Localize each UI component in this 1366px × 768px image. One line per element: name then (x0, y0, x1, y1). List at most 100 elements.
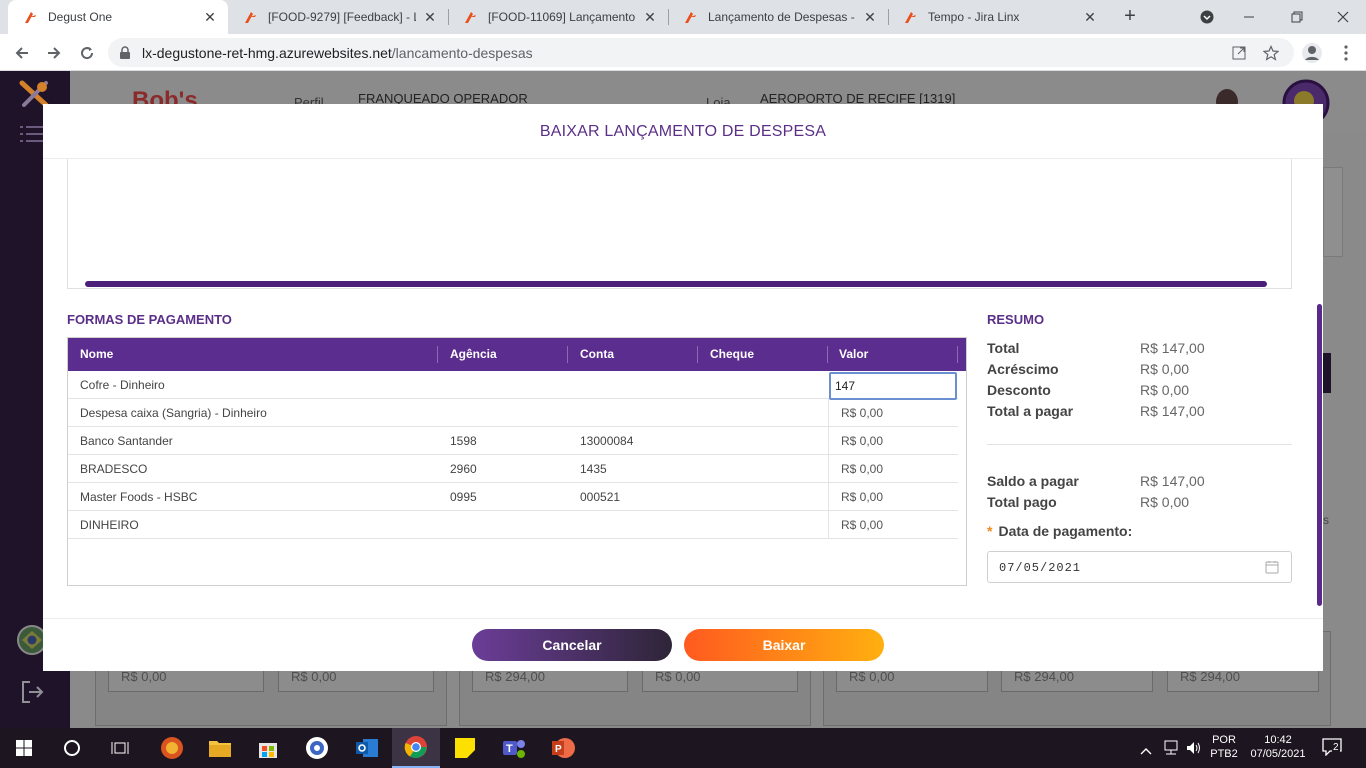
logout-icon[interactable] (20, 679, 46, 705)
task-view-icon[interactable] (96, 728, 144, 768)
cell-nome: Despesa caixa (Sangria) - Dinheiro (80, 406, 267, 420)
clock[interactable]: 10:42 07/05/2021 (1246, 733, 1310, 761)
file-explorer-icon[interactable] (196, 728, 244, 768)
keyboard-layout: PTB2 (1210, 748, 1238, 760)
cancel-button[interactable]: Cancelar (472, 629, 672, 661)
payment-date-label: * Data de pagamento: (987, 523, 1132, 539)
tab-close-icon[interactable]: ✕ (862, 9, 878, 26)
tab-food-11069[interactable]: [FOOD-11069] Lançamento d ✕ (448, 0, 668, 34)
table-row[interactable]: Cofre - Dinheiro 147 (68, 371, 958, 400)
tray-chevron-up-icon[interactable] (1140, 742, 1152, 760)
search-icon[interactable] (48, 728, 96, 768)
url-host: lx-degustone-ret-hmg.azurewebsites.net (142, 44, 392, 61)
col-separator (697, 346, 698, 363)
windows-start-icon[interactable] (0, 728, 48, 768)
degust-favicon-icon (465, 12, 476, 23)
bg-panel-accent (1323, 353, 1331, 393)
table-row[interactable]: Banco Santander 1598 13000084 R$ 0,00 (68, 427, 958, 455)
store-icon[interactable] (244, 728, 292, 768)
saldo-a-pagar-label: Saldo a pagar (987, 473, 1079, 489)
clock-time: 10:42 (1264, 734, 1292, 746)
valor-input[interactable]: R$ 0,00 (828, 483, 958, 511)
new-tab-icon[interactable]: + (1118, 5, 1142, 29)
degust-favicon-icon (685, 12, 696, 23)
payments-table: Nome Agência Conta Cheque Valor Cofre - … (67, 337, 967, 586)
tab-close-icon[interactable]: ✕ (642, 9, 658, 26)
baixar-button[interactable]: Baixar (684, 629, 884, 661)
close-window-icon[interactable] (1320, 0, 1366, 34)
tab-label: [FOOD-9279] [Feedback] - La (268, 10, 416, 24)
browser-tab-strip: Degust One ✕ [FOOD-9279] [Feedback] - La… (0, 0, 1366, 34)
volume-icon[interactable] (1186, 740, 1202, 761)
tab-tempo-jira[interactable]: Tempo - Jira Linx ✕ (888, 0, 1108, 34)
teams-icon[interactable]: T (490, 728, 538, 768)
gear-app-icon[interactable] (293, 728, 341, 768)
table-row[interactable]: BRADESCO 2960 1435 R$ 0,00 (68, 455, 958, 483)
summary-desconto-value: R$ 0,00 (1140, 382, 1190, 398)
summary-total-label: Total (987, 340, 1020, 356)
col-nome: Nome (80, 347, 114, 361)
cell-conta: 1435 (580, 462, 607, 476)
chrome-icon[interactable] (392, 728, 440, 768)
payment-date-input[interactable]: 07/05/2021 (987, 551, 1292, 583)
tab-lancamento-despesas[interactable]: Lançamento de Despesas - M ✕ (668, 0, 888, 34)
tab-close-icon[interactable]: ✕ (1082, 9, 1098, 26)
valor-input[interactable]: R$ 0,00 (828, 511, 958, 539)
valor-input[interactable]: R$ 0,00 (828, 427, 958, 455)
outlook-icon[interactable] (343, 728, 391, 768)
tab-food-9279[interactable]: [FOOD-9279] [Feedback] - La ✕ (228, 0, 448, 34)
tab-close-icon[interactable]: ✕ (202, 9, 218, 26)
valor-input[interactable]: 147 (829, 372, 957, 400)
summary-total-a-pagar-label: Total a pagar (987, 403, 1074, 419)
required-mark: * (987, 523, 993, 539)
expense-details-scroll-area (67, 159, 1292, 289)
total-pago-label: Total pago (987, 494, 1057, 510)
forward-icon[interactable] (41, 40, 67, 66)
app-globe-icon[interactable] (148, 728, 196, 768)
horizontal-scrollbar[interactable] (85, 281, 1267, 287)
valor-input[interactable]: R$ 0,00 (828, 455, 958, 483)
windows-taskbar: T P POR PTB2 10:42 07/05/2021 2 (0, 728, 1366, 768)
col-cheque: Cheque (710, 347, 755, 361)
sticky-notes-icon[interactable] (441, 728, 489, 768)
cell-conta: 000521 (580, 490, 621, 504)
back-icon[interactable] (9, 40, 35, 66)
degust-favicon-icon (905, 12, 916, 23)
total-pago-value: R$ 0,00 (1140, 494, 1190, 510)
tab-close-icon[interactable]: ✕ (422, 9, 438, 26)
cell-nome: DINHEIRO (80, 518, 139, 532)
calendar-icon[interactable] (1265, 560, 1279, 574)
chrome-menu-icon[interactable] (1333, 40, 1359, 66)
payments-section-title: FORMAS DE PAGAMENTO (67, 312, 232, 327)
restore-icon[interactable] (1274, 0, 1320, 34)
powerpoint-icon[interactable]: P (539, 728, 587, 768)
payment-date-label-text: Data de pagamento (998, 523, 1128, 539)
modal-footer-divider (43, 618, 1323, 619)
valor-input[interactable]: R$ 0,00 (828, 399, 958, 427)
tab-label: Tempo - Jira Linx (928, 10, 1020, 24)
svg-text:T: T (506, 743, 513, 755)
reload-icon[interactable] (74, 40, 100, 66)
degust-favicon-icon (25, 12, 36, 23)
table-row[interactable]: Master Foods - HSBC 0995 000521 R$ 0,00 (68, 483, 958, 511)
svg-text:P: P (555, 744, 562, 755)
minimize-icon[interactable] (1226, 0, 1272, 34)
tab-label: Lançamento de Despesas - M (708, 10, 856, 24)
tab-label: [FOOD-11069] Lançamento d (488, 10, 636, 24)
address-bar[interactable]: lx-degustone-ret-hmg.azurewebsites.net/l… (108, 38, 1294, 67)
col-valor: Valor (839, 347, 869, 361)
tab-search-icon[interactable] (1184, 0, 1230, 34)
tab-degust-one[interactable]: Degust One ✕ (8, 0, 228, 34)
modal-vertical-scrollbar[interactable] (1317, 304, 1322, 606)
table-row[interactable]: DINHEIRO R$ 0,00 (68, 511, 958, 539)
notifications-icon[interactable]: 2 (1322, 738, 1348, 758)
language-indicator[interactable]: POR PTB2 (1208, 733, 1240, 761)
network-icon[interactable] (1162, 740, 1180, 761)
bookmark-star-icon[interactable] (1258, 38, 1284, 67)
menu-list-icon[interactable] (20, 125, 44, 143)
summary-total-value: R$ 147,00 (1140, 340, 1205, 356)
table-row[interactable]: Despesa caixa (Sangria) - Dinheiro R$ 0,… (68, 399, 958, 427)
profile-avatar-icon[interactable] (1299, 40, 1325, 66)
open-in-app-icon[interactable] (1226, 38, 1252, 67)
degust-favicon-icon (245, 12, 256, 23)
